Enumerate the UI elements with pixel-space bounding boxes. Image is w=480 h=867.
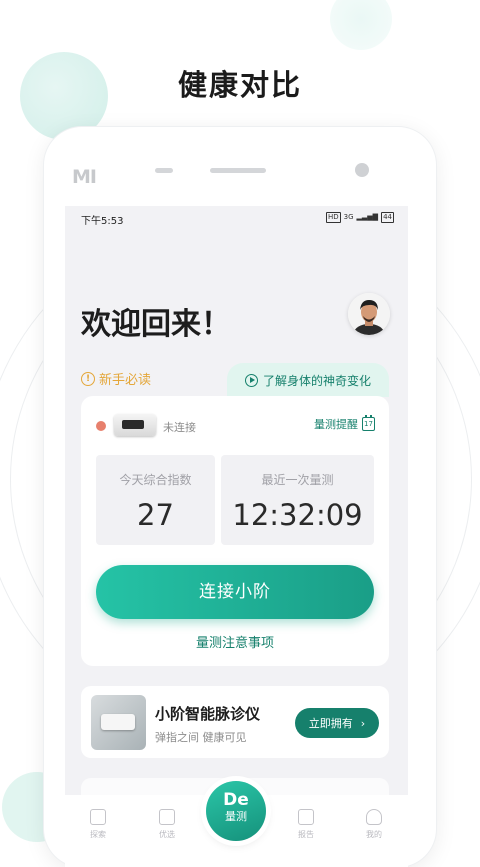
connect-button[interactable]: 连接小阶 <box>96 565 374 619</box>
newbie-guide-link[interactable]: ! 新手必读 <box>81 369 151 388</box>
shop-icon <box>159 809 175 825</box>
tab-measure[interactable]: De 量测 <box>206 781 266 841</box>
tab-report[interactable]: 报告 <box>286 809 326 840</box>
today-index-value: 27 <box>137 498 174 532</box>
connection-status-dot <box>96 421 106 431</box>
learn-change-tab[interactable]: 了解身体的神奇变化 <box>227 363 389 397</box>
today-index-box: 今天综合指数 27 <box>96 455 215 545</box>
product-name: 小阶智能脉诊仪 <box>155 705 261 723</box>
hd-icon: HD <box>325 212 341 223</box>
promo-title: 健康对比 <box>177 68 302 102</box>
last-measure-label: 最近一次量测 <box>261 473 334 487</box>
info-icon: ! <box>81 371 95 386</box>
home-icon <box>90 809 106 825</box>
app-screen: 下午5:53 HD 3G ▂▃▅▇ 44 欢迎回来！ ! 新手必读 了解身体的神… <box>65 206 408 867</box>
connection-card: 未连接 量测提醒 17 今天综合指数 27 最近一次量测 12:32:09 连接… <box>81 396 389 666</box>
front-camera <box>355 163 369 177</box>
learn-change-label: 了解身体的神奇变化 <box>262 373 371 388</box>
last-measure-box: 最近一次量测 12:32:09 <box>221 455 374 545</box>
buy-now-button[interactable]: 立即拥有 › <box>295 708 379 738</box>
tab-profile[interactable]: 我的 <box>354 809 394 840</box>
tab-select[interactable]: 优选 <box>147 809 187 840</box>
play-icon <box>244 373 258 387</box>
speaker-slot <box>210 168 266 173</box>
app-logo-icon: De <box>223 790 249 810</box>
avatar-icon <box>348 293 390 335</box>
battery-icon: 44 <box>381 212 394 223</box>
tab-report-label: 报告 <box>298 830 314 839</box>
product-slogan: 弹指之间 健康可见 <box>155 731 247 744</box>
measure-reminder-button[interactable]: 量测提醒 17 <box>314 415 375 432</box>
tab-profile-label: 我的 <box>366 830 382 839</box>
brand-logo: MI <box>72 166 97 188</box>
today-index-label: 今天综合指数 <box>119 473 192 487</box>
status-bar: 下午5:53 HD 3G ▂▃▅▇ 44 <box>65 206 408 230</box>
decor-circle-top <box>330 0 392 50</box>
tab-explore-label: 探索 <box>90 830 106 839</box>
welcome-title: 欢迎回来！ <box>81 307 231 342</box>
newbie-guide-label: 新手必读 <box>99 373 152 388</box>
user-avatar[interactable] <box>348 293 390 335</box>
tab-select-label: 优选 <box>159 830 175 839</box>
calendar-icon: 17 <box>362 415 375 431</box>
phone-frame: MI 下午5:53 HD 3G ▂▃▅▇ 44 欢迎回来！ ! 新手必读 了解身… <box>44 127 436 867</box>
bottom-tab-bar: 探索 优选 De 量测 报告 我的 <box>65 781 408 867</box>
tab-explore[interactable]: 探索 <box>78 809 118 840</box>
signal-icon: ▂▃▅▇ <box>356 213 379 221</box>
tab-measure-label: 量测 <box>225 810 247 823</box>
measure-reminder-label: 量测提醒 <box>314 418 358 431</box>
measure-notes-link[interactable]: 量测注意事项 <box>81 632 389 651</box>
product-image <box>91 695 146 750</box>
network-icon: 3G <box>343 213 354 221</box>
connection-status: 未连接 <box>163 421 196 434</box>
status-icons: HD 3G ▂▃▅▇ 44 <box>325 212 394 223</box>
person-icon <box>366 809 382 825</box>
buy-now-label: 立即拥有 <box>308 717 353 730</box>
product-card[interactable]: 小阶智能脉诊仪 弹指之间 健康可见 立即拥有 › <box>81 686 389 758</box>
chevron-right-icon: › <box>360 716 366 730</box>
sensor-slot <box>155 168 173 173</box>
last-measure-value: 12:32:09 <box>232 498 363 532</box>
status-time: 下午5:53 <box>81 216 124 227</box>
report-icon <box>298 809 314 825</box>
device-thumbnail <box>114 414 156 436</box>
